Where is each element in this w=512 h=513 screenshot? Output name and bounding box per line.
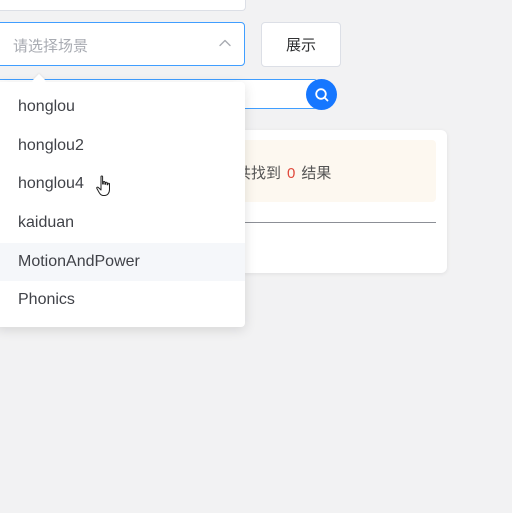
scene-option[interactable]: honglou4 bbox=[0, 165, 245, 204]
chevron-up-icon bbox=[219, 39, 231, 47]
scene-option[interactable]: honglou2 bbox=[0, 127, 245, 166]
results-divider bbox=[236, 222, 436, 223]
result-suffix: 结果 bbox=[301, 165, 332, 182]
scene-option[interactable]: Phonics bbox=[0, 281, 245, 320]
scene-select[interactable]: 请选择场景 bbox=[0, 22, 245, 66]
scene-option-list: honglou honglou2 honglou4 kaiduan Motion… bbox=[0, 88, 245, 320]
result-count: 0 bbox=[287, 165, 296, 182]
result-summary: 共找到 0 结果 bbox=[236, 162, 331, 183]
show-button[interactable]: 展示 bbox=[261, 22, 341, 67]
show-button-label: 展示 bbox=[285, 37, 316, 54]
scene-dropdown: honglou honglou2 honglou4 kaiduan Motion… bbox=[0, 82, 245, 327]
search-icon bbox=[314, 87, 328, 101]
scene-option[interactable]: honglou bbox=[0, 88, 245, 127]
scene-option[interactable]: kaiduan bbox=[0, 204, 245, 243]
scene-option[interactable]: MotionAndPower bbox=[0, 242, 245, 282]
search-button[interactable] bbox=[306, 79, 337, 110]
scene-select-placeholder: 请选择场景 bbox=[13, 38, 89, 55]
results-card: 共找到 0 结果 bbox=[236, 130, 447, 273]
previous-field-edge bbox=[0, 0, 246, 11]
result-summary-bar: 共找到 0 结果 bbox=[236, 140, 436, 202]
